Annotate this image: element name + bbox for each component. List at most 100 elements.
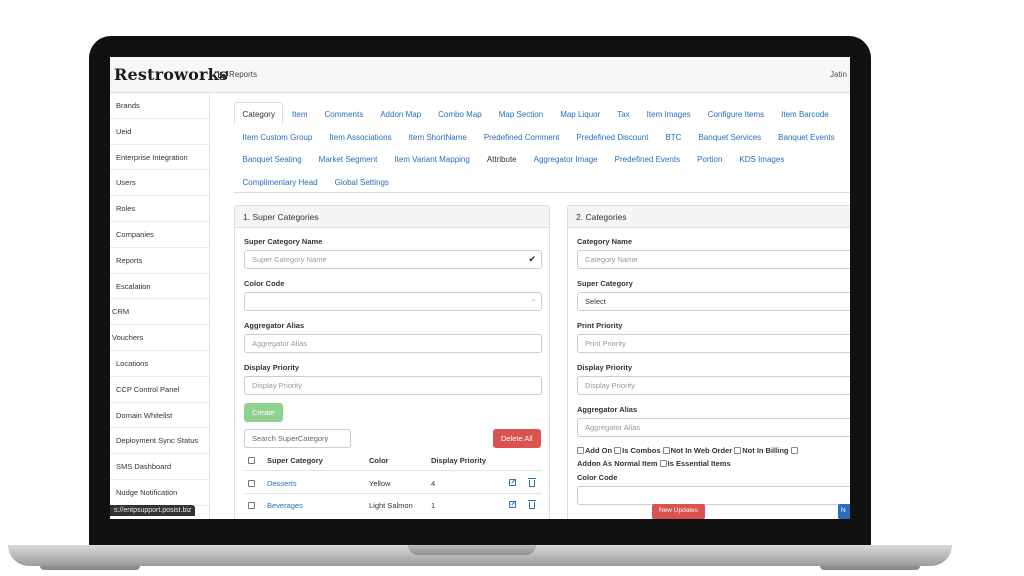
- color-code-label: Color Code: [244, 279, 285, 288]
- side-action-button[interactable]: N: [838, 504, 850, 519]
- tab-banquet-events[interactable]: Banquet Events: [770, 125, 843, 148]
- edit-icon[interactable]: [509, 479, 516, 486]
- tab-complimentary-head[interactable]: Complimentary Head: [234, 170, 326, 193]
- reports-nav-link[interactable]: Reports: [218, 70, 257, 79]
- tab-attribute[interactable]: Attribute: [478, 147, 525, 170]
- tab-kds-images[interactable]: KDS Images: [731, 147, 793, 170]
- trash-icon[interactable]: [528, 478, 536, 487]
- sidebar-item-escalation[interactable]: Escalation: [110, 274, 209, 300]
- row-checkbox[interactable]: [248, 480, 255, 487]
- sidebar-item-ueid[interactable]: Ueid: [110, 119, 209, 145]
- color-code-label: Color Code: [577, 473, 618, 482]
- category-name-input[interactable]: Category Name: [577, 250, 850, 269]
- tab-portion[interactable]: Portion: [689, 147, 731, 170]
- tab-map-liquor[interactable]: Map Liquor: [552, 102, 609, 125]
- category-flags-row-1: Add On Is Combos Not In Web Order Not In…: [577, 445, 799, 457]
- sidebar-item-deployment-sync-status[interactable]: Deployment Sync Status: [110, 428, 209, 455]
- status-url: s://entpsupport.posist.biz: [110, 505, 196, 516]
- row-name-link[interactable]: Desserts: [267, 479, 297, 488]
- sidebar-item-nudge-notification[interactable]: Nudge Notification: [110, 480, 209, 506]
- is-combos-checkbox[interactable]: [614, 447, 622, 454]
- tab-market-segment[interactable]: Market Segment: [310, 147, 386, 170]
- sidebar-item-domain-whitelist[interactable]: Domain Whitelist: [110, 403, 209, 429]
- category-name-label: Category Name: [577, 237, 633, 246]
- edit-icon[interactable]: [509, 501, 516, 508]
- is-essential-items-checkbox[interactable]: [659, 460, 667, 467]
- add-on-checkbox[interactable]: [577, 447, 584, 454]
- column-header-super-category: Super Category: [267, 456, 323, 465]
- row-name-link[interactable]: Beverages: [267, 501, 303, 510]
- row-checkbox[interactable]: [248, 502, 255, 509]
- tab-item-barcode[interactable]: Item Barcode: [773, 102, 838, 125]
- categories-panel: 2. Categories Category Name Category Nam…: [567, 205, 850, 519]
- sidebar-item-brands[interactable]: Brands: [110, 93, 209, 119]
- tab-map-section[interactable]: Map Section: [490, 102, 551, 125]
- bar-chart-icon: [218, 71, 227, 78]
- sidebar: Brands Ueid Enterprise Integration Users…: [110, 93, 210, 519]
- delete-all-button[interactable]: Delete All: [493, 429, 541, 448]
- laptop-foot: [40, 566, 140, 570]
- tab-item-variant-mapping[interactable]: Item Variant Mapping: [386, 147, 478, 170]
- reports-nav-label: Reports: [229, 70, 258, 79]
- tab-comments[interactable]: Comments: [316, 102, 372, 125]
- display-priority-label: Display Priority: [577, 363, 633, 372]
- sidebar-item-crm[interactable]: CRM: [110, 299, 209, 326]
- display-priority-input[interactable]: Display Priority: [244, 376, 542, 395]
- category-flags-row-2: Addon As Normal Item Is Essential Items: [577, 459, 731, 468]
- chevron-down-icon: ⌄: [530, 297, 536, 303]
- print-priority-input[interactable]: Print Priority: [577, 334, 850, 353]
- addon-as-normal-item-checkbox[interactable]: [790, 447, 798, 454]
- color-code-select[interactable]: ⌄: [244, 292, 542, 311]
- create-button[interactable]: Create: [244, 403, 283, 422]
- tab-item-associations[interactable]: Item Associations: [321, 125, 400, 148]
- tab-predefined-discount[interactable]: Predefined Discount: [568, 125, 657, 148]
- tab-category[interactable]: Category: [234, 102, 284, 125]
- tab-global-settings[interactable]: Global Settings: [326, 170, 397, 193]
- sidebar-item-reports[interactable]: Reports: [110, 248, 209, 274]
- app-logo[interactable]: Restroworks: [114, 65, 228, 84]
- laptop-foot: [820, 566, 920, 570]
- aggregator-alias-input[interactable]: Aggregator Alias: [577, 418, 850, 437]
- tab-aggregator-image[interactable]: Aggregator Image: [525, 147, 606, 170]
- tab-combo-map[interactable]: Combo Map: [430, 102, 491, 125]
- display-priority-input[interactable]: Display Priority: [577, 376, 850, 395]
- sidebar-item-roles[interactable]: Roles: [110, 196, 209, 222]
- table-divider: [244, 493, 542, 494]
- tab-item-images[interactable]: Item Images: [638, 102, 699, 125]
- tab-btc[interactable]: BTC: [657, 125, 690, 148]
- tab-banquet-services[interactable]: Banquet Services: [690, 125, 770, 148]
- tab-item[interactable]: Item: [283, 102, 316, 125]
- search-supercategory-input[interactable]: Search SuperCategory: [244, 429, 351, 448]
- not-in-billing-checkbox[interactable]: [734, 447, 742, 454]
- sidebar-item-sms-dashboard[interactable]: SMS Dashboard: [110, 454, 209, 480]
- tab-item-shortname[interactable]: Item ShortName: [400, 125, 475, 148]
- not-in-web-order-checkbox[interactable]: [662, 447, 670, 454]
- tab-addon-map[interactable]: Addon Map: [372, 102, 430, 125]
- top-navbar: Restroworks Reports Jatin: [110, 57, 850, 93]
- super-category-name-input[interactable]: Super Category Name ✔: [244, 250, 542, 269]
- tab-predefined-comment[interactable]: Predefined Comment: [475, 125, 568, 148]
- sidebar-item-companies[interactable]: Companies: [110, 222, 209, 248]
- checkmark-icon: ✔: [528, 254, 536, 264]
- panel-title: 2. Categories: [568, 206, 850, 228]
- laptop-notch: [408, 545, 536, 555]
- tab-item-custom-group[interactable]: Item Custom Group: [234, 125, 321, 148]
- aggregator-alias-input[interactable]: Aggregator Alias: [244, 334, 542, 353]
- tab-tax[interactable]: Tax: [609, 102, 638, 125]
- tab-configure-items[interactable]: Configure Items: [699, 102, 772, 125]
- sidebar-item-vouchers[interactable]: Vouchers: [110, 325, 209, 351]
- sidebar-item-locations[interactable]: Locations: [110, 351, 209, 377]
- select-all-checkbox[interactable]: [248, 457, 255, 464]
- sidebar-item-ccp-control-panel[interactable]: CCP Control Panel: [110, 377, 209, 403]
- sidebar-item-users[interactable]: Users: [110, 170, 209, 197]
- user-name[interactable]: Jatin: [830, 70, 847, 79]
- aggregator-alias-label: Aggregator Alias: [244, 321, 305, 330]
- sidebar-item-enterprise-integration[interactable]: Enterprise Integration: [110, 145, 209, 171]
- new-updates-button[interactable]: New Updates: [652, 504, 706, 519]
- trash-icon[interactable]: [528, 500, 536, 509]
- tab-banquet-seating[interactable]: Banquet Seating: [234, 147, 310, 170]
- color-code-input[interactable]: [577, 486, 850, 505]
- screen: Restroworks Reports Jatin Brands Ueid En…: [110, 57, 850, 519]
- tab-predefined-events[interactable]: Predefined Events: [606, 147, 688, 170]
- super-category-select[interactable]: Select: [577, 292, 850, 311]
